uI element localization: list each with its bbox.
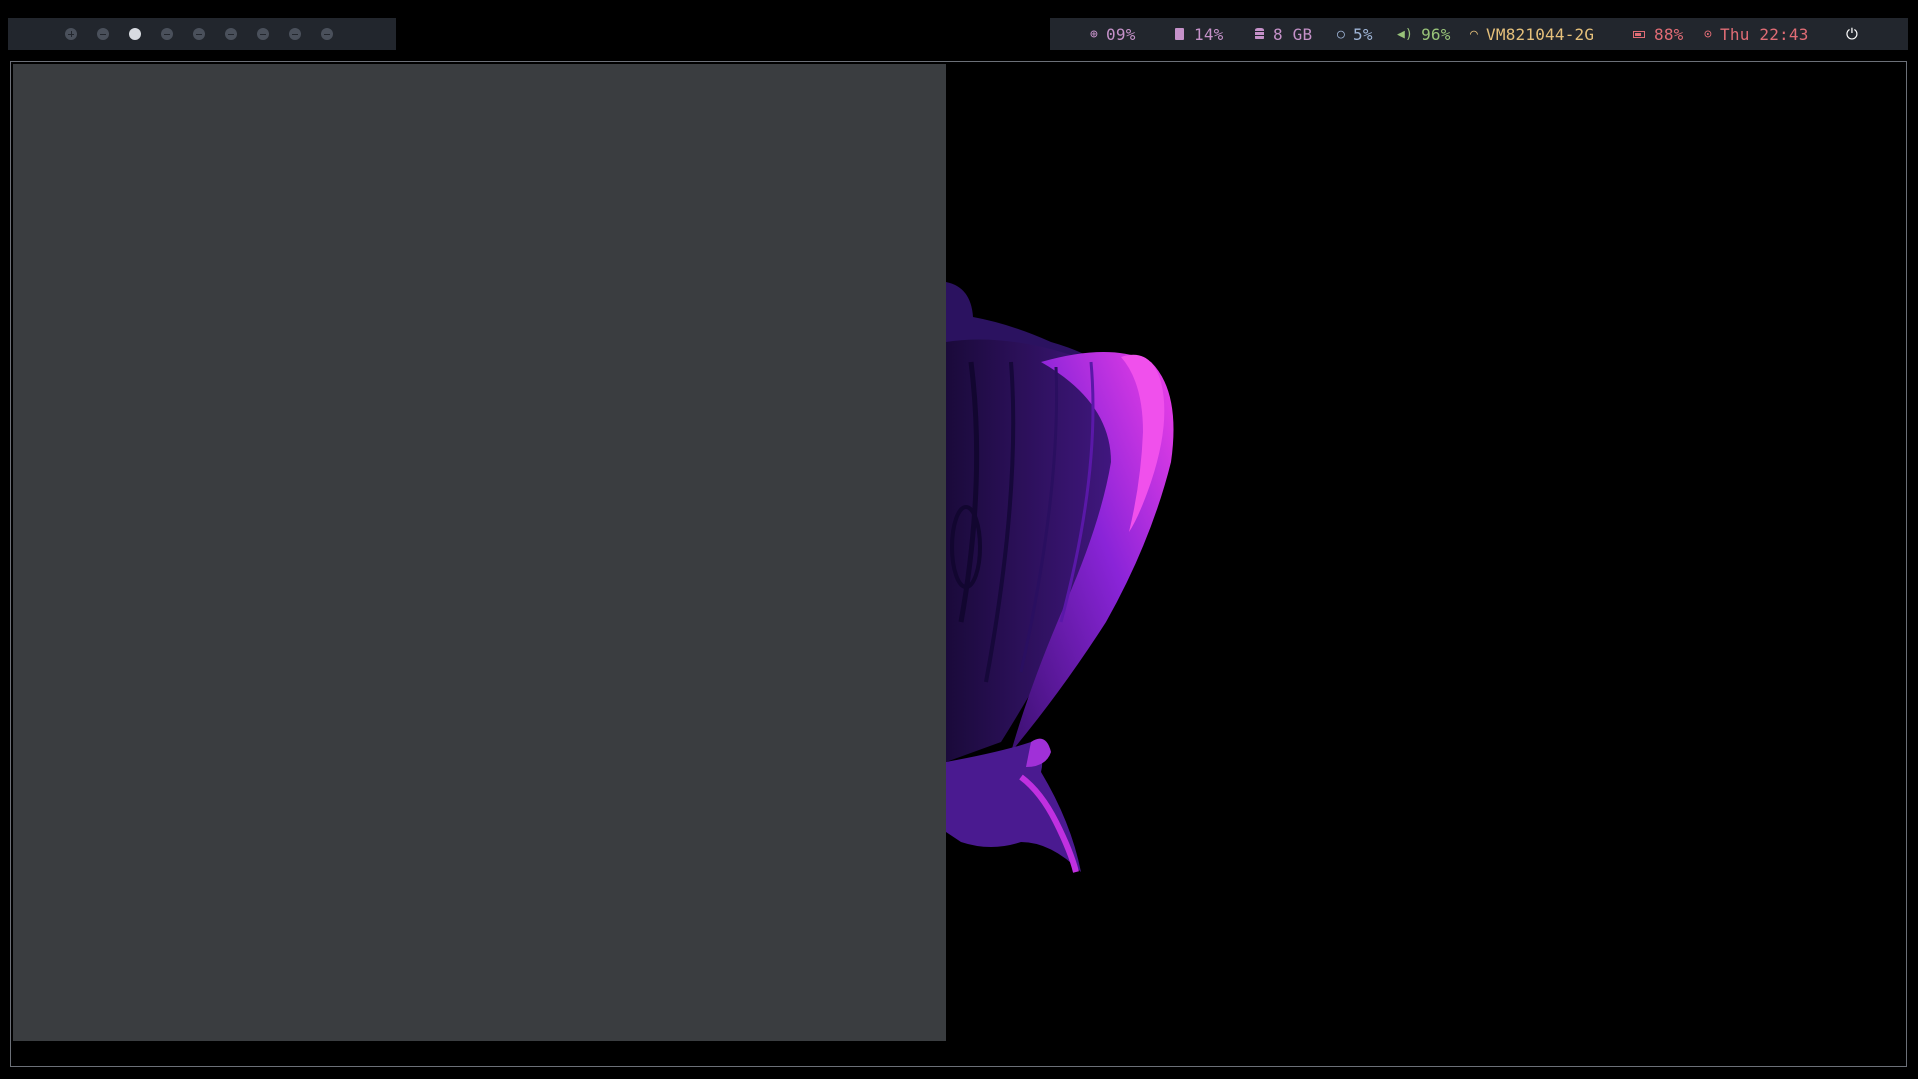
- workspace-6-button[interactable]: [225, 28, 237, 40]
- volume-value: 96%: [1421, 24, 1451, 44]
- volume-module[interactable]: ◀) 96%: [1397, 18, 1451, 50]
- workspace-2-button[interactable]: [97, 28, 109, 40]
- power-icon: ⏻: [1846, 25, 1859, 43]
- brightness-module[interactable]: ○ 5%: [1337, 18, 1373, 50]
- battery-module[interactable]: 88%: [1633, 18, 1684, 50]
- volume-icon: ◀): [1397, 26, 1414, 42]
- cpu-value: 09%: [1106, 24, 1136, 44]
- cpu-icon: ⊕: [1090, 26, 1099, 42]
- workspace-9-button[interactable]: [321, 28, 333, 40]
- cpu-module[interactable]: ⊕ 09%: [1090, 18, 1136, 50]
- power-button[interactable]: ⏻: [1846, 18, 1858, 50]
- battery-value: 88%: [1654, 24, 1684, 44]
- workspace-3-button[interactable]: [129, 28, 141, 40]
- wifi-module[interactable]: ◠ VM821044-2G: [1470, 18, 1594, 50]
- workspace-8-button[interactable]: [289, 28, 301, 40]
- workspace-7-button[interactable]: [257, 28, 269, 40]
- battery-icon: [1633, 30, 1645, 38]
- clock-module[interactable]: ⊙ Thu 22:43: [1704, 18, 1809, 50]
- brightness-value: 5%: [1353, 24, 1373, 44]
- wifi-ssid: VM821044-2G: [1486, 24, 1595, 44]
- memory-icon: [1255, 28, 1264, 40]
- memory-value: 8 GB: [1273, 24, 1313, 44]
- clock-value: Thu 22:43: [1720, 24, 1809, 44]
- status-bar: ⊕ 09% 14% 8 GB ○ 5% ◀) 96% ◠ VM821044-2G…: [1050, 18, 1908, 50]
- workspace-5-button[interactable]: [193, 28, 205, 40]
- workspace-bar: [8, 18, 396, 50]
- wifi-icon: ◠: [1470, 26, 1479, 42]
- clock-icon: ⊙: [1704, 26, 1713, 42]
- workspace-1-button[interactable]: [65, 28, 77, 40]
- desktop-frame: [10, 61, 1907, 1067]
- brightness-icon: ○: [1337, 26, 1346, 42]
- disk-module[interactable]: 14%: [1175, 18, 1224, 50]
- workspace-4-button[interactable]: [161, 28, 173, 40]
- disk-value: 14%: [1194, 24, 1224, 44]
- empty-window[interactable]: [13, 64, 946, 1041]
- disk-icon: [1175, 28, 1184, 40]
- memory-module[interactable]: 8 GB: [1255, 18, 1312, 50]
